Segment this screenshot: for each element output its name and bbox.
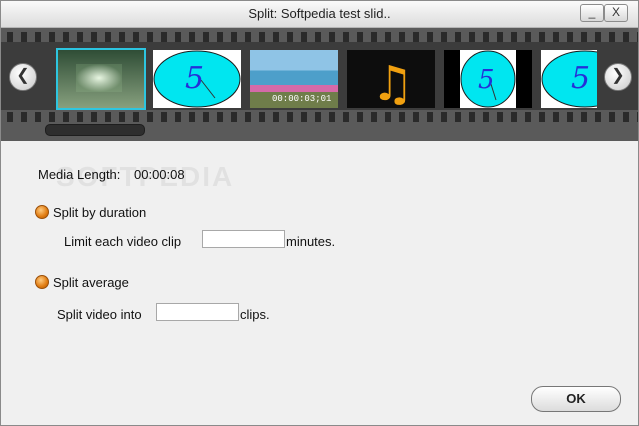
window-title: Split: Softpedia test slid.. [248, 6, 391, 21]
music-note-icon: ♫ [371, 56, 414, 108]
svg-text:5: 5 [185, 61, 204, 96]
thumbnail-image-5-partial[interactable]: 5 [541, 50, 597, 108]
title-bar: Split: Softpedia test slid.. _ X [1, 1, 638, 28]
thumbnail-timestamp: 00:00:03;01 [272, 94, 332, 104]
minimize-button[interactable]: _ [580, 4, 604, 22]
filmstrip-scrollbar[interactable] [1, 124, 638, 136]
disc-5-icon: 5 [541, 50, 597, 108]
limit-clip-prefix: Limit each video clip [64, 234, 182, 249]
filmstrip-scroll-thumb[interactable] [45, 124, 145, 136]
media-length-label: Media Length: [38, 167, 121, 182]
filmstrip: ❮ 5 00:00:03;01 ♫ 5 5 ❯ [1, 28, 638, 141]
film-perforation-top [1, 32, 638, 42]
split-clips-input[interactable] [156, 303, 239, 321]
split-average-radio[interactable] [35, 275, 49, 289]
thumbnail-image-5[interactable]: 5 [153, 50, 241, 108]
split-dialog: Split: Softpedia test slid.. _ X ❮ 5 00:… [0, 0, 639, 426]
svg-text:♫: ♫ [371, 56, 414, 108]
svg-text:5: 5 [478, 65, 495, 95]
thumbnail-audio[interactable]: ♫ [347, 50, 435, 108]
split-into-prefix: Split video into [57, 307, 142, 322]
limit-clip-suffix: minutes. [286, 234, 336, 249]
media-length-value: 00:00:08 [134, 167, 185, 182]
disc-5-icon: 5 [153, 50, 241, 108]
scroll-right-button[interactable]: ❯ [604, 63, 632, 91]
ok-button[interactable]: OK [531, 386, 621, 412]
close-button[interactable]: X [604, 4, 628, 22]
forest-light-glow [76, 64, 122, 92]
scroll-left-button[interactable]: ❮ [9, 63, 37, 91]
thumbnail-video-forest[interactable] [56, 48, 146, 110]
film-perforation-bottom [1, 112, 638, 122]
duration-minutes-input[interactable] [202, 230, 285, 248]
svg-text:5: 5 [571, 61, 590, 96]
letterbox-right [516, 50, 532, 108]
split-by-duration-radio[interactable] [35, 205, 49, 219]
split-average-label[interactable]: Split average [53, 275, 129, 290]
split-by-duration-label[interactable]: Split by duration [53, 205, 146, 220]
thumbnail-video-street[interactable]: 00:00:03;01 [250, 50, 338, 108]
split-into-suffix: clips. [240, 307, 270, 322]
thumbnail-image-5-portrait[interactable]: 5 [444, 50, 532, 108]
